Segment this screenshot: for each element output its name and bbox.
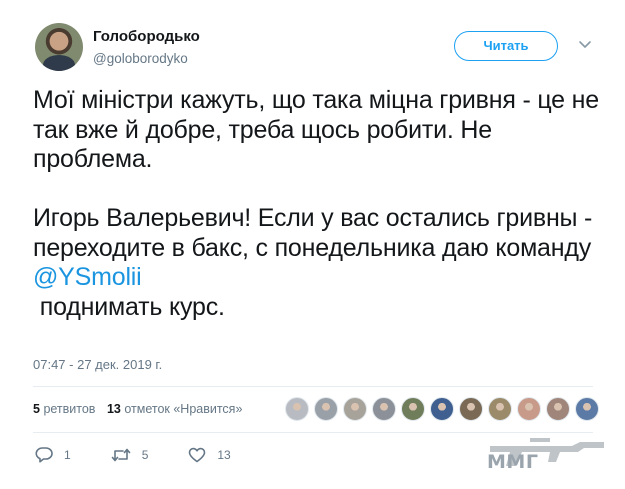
tweet-paragraph-1: Мої міністри кажуть, що така міцна гривн… [33, 86, 599, 173]
author-name[interactable]: Голобородько [93, 28, 200, 45]
liker-avatar[interactable] [343, 397, 367, 421]
tweet-paragraph-2: Игорь Валерьевич! Если у вас остались гр… [33, 204, 603, 322]
liker-avatar[interactable] [488, 397, 512, 421]
liker-avatar[interactable] [575, 397, 599, 421]
like-count: 13 [217, 447, 231, 462]
liker-avatar[interactable] [459, 397, 483, 421]
follow-button[interactable]: Читать [454, 31, 558, 61]
liker-avatar[interactable] [372, 397, 396, 421]
heart-icon [189, 447, 206, 462]
liker-avatars [285, 397, 604, 423]
reply-icon [35, 447, 53, 463]
tweet-actions: 1 5 13 [35, 446, 271, 463]
tweet-paragraph-2-text: Игорь Валерьевич! Если у вас остались гр… [33, 204, 593, 262]
reply-action[interactable]: 1 [35, 446, 71, 463]
watermark-text: MMГ [487, 451, 539, 473]
liker-avatar[interactable] [401, 397, 425, 421]
divider [33, 386, 593, 387]
reply-count: 1 [64, 447, 71, 462]
retweet-action[interactable]: 5 [111, 447, 149, 463]
liker-avatar[interactable] [517, 397, 541, 421]
chevron-down-icon[interactable] [578, 40, 592, 50]
likes-stat-count: 13 [106, 402, 121, 416]
author-avatar[interactable] [35, 23, 83, 71]
likes-stat[interactable]: 13 отметок «Нравится» [107, 402, 242, 416]
retweets-stat[interactable]: 5 ретвитов [33, 402, 95, 416]
retweet-icon [111, 448, 130, 461]
liker-avatar[interactable] [430, 397, 454, 421]
liker-avatar[interactable] [285, 397, 309, 421]
likes-stat-label: отметок «Нравится» [124, 402, 243, 416]
liker-avatar[interactable] [314, 397, 338, 421]
liker-avatar[interactable] [546, 397, 570, 421]
mention-link[interactable]: @YSmolii [33, 263, 142, 291]
author-handle[interactable]: @goloborodyko [93, 51, 188, 66]
retweet-count: 5 [141, 447, 149, 462]
retweets-stat-count: 5 [33, 402, 40, 416]
retweets-stat-label: ретвитов [43, 402, 96, 416]
tweet-paragraph-2-tail: поднимать курс. [39, 292, 225, 321]
tweet-stats: 5 ретвитов 13 отметок «Нравится» [33, 402, 242, 416]
tweet-text: Мої міністри кажуть, що така міцна гривн… [33, 86, 603, 322]
tweet-timestamp[interactable]: 07:47 - 27 дек. 2019 г. [33, 357, 162, 372]
like-action[interactable]: 13 [188, 447, 231, 463]
